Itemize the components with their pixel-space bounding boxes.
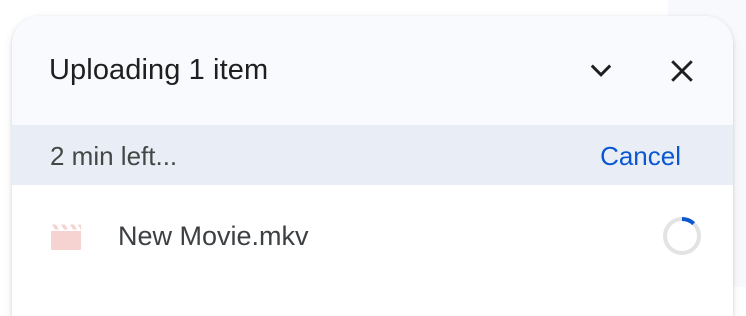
cancel-upload-button[interactable]: Cancel <box>600 141 681 172</box>
upload-progress-spinner <box>663 217 701 255</box>
close-icon <box>671 60 693 82</box>
close-panel-button[interactable] <box>660 49 704 93</box>
upload-progress-panel: Uploading 1 item 2 min left... Cancel Ne… <box>12 16 733 316</box>
time-remaining-text: 2 min left... <box>50 141 178 171</box>
upload-panel-header: Uploading 1 item <box>12 16 733 125</box>
chevron-down-icon <box>590 64 612 77</box>
background-page-left <box>0 0 12 287</box>
progress-track <box>663 217 701 255</box>
upload-panel-title: Uploading 1 item <box>49 54 269 86</box>
upload-list-item[interactable]: New Movie.mkv <box>12 185 733 289</box>
upload-file-name: New Movie.mkv <box>118 221 309 251</box>
collapse-panel-button[interactable] <box>579 49 623 93</box>
upload-status-bar: 2 min left... Cancel <box>12 125 733 185</box>
video-file-icon <box>51 224 81 250</box>
